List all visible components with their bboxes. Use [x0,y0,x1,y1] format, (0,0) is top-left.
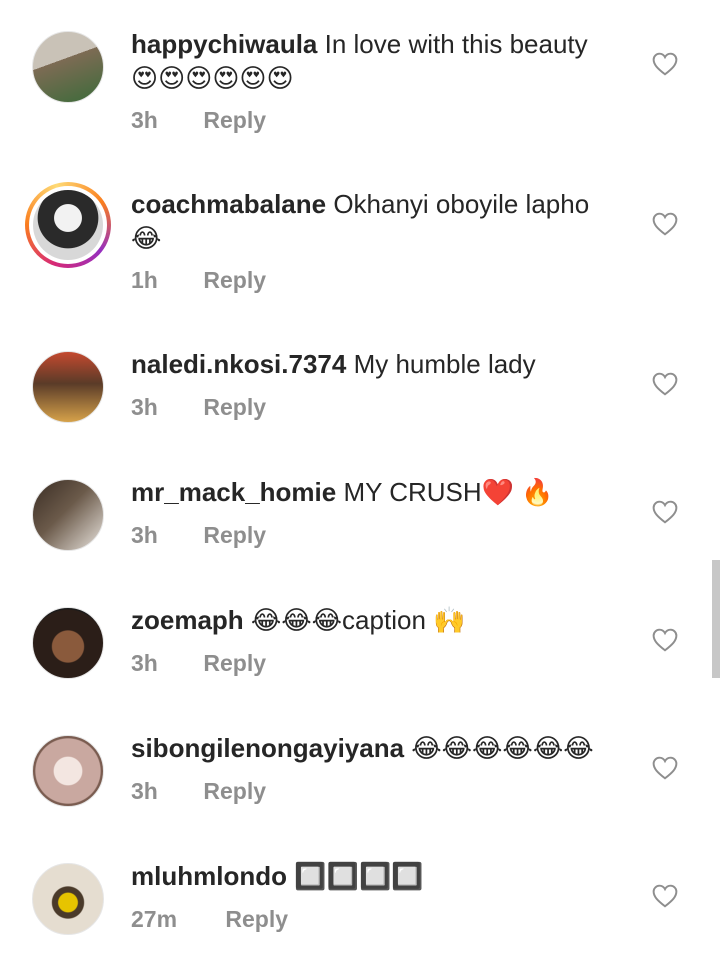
comment-meta: 3h Reply [131,650,266,677]
heart-outline-icon[interactable] [652,756,678,780]
reply-button[interactable]: Reply [203,650,266,677]
reply-button[interactable]: Reply [203,778,266,805]
timestamp: 27m [131,906,178,932]
comment-body: MY CRUSH❤️ 🔥 [343,477,554,507]
reply-button[interactable]: Reply [203,522,266,549]
timestamp: 3h [131,522,158,548]
username[interactable]: mr_mack_homie [131,477,336,507]
heart-outline-icon[interactable] [652,52,678,76]
username[interactable]: mluhmlondo [131,861,287,891]
username[interactable]: zoemaph [131,605,244,635]
avatar[interactable] [32,31,104,103]
heart-outline-icon[interactable] [652,212,678,236]
reply-button[interactable]: Reply [203,107,266,134]
emoji-line: 😂 [131,224,162,254]
comment-meta: 3h Reply [131,394,266,421]
avatar[interactable] [32,863,104,935]
avatar[interactable] [32,735,104,807]
comment-body: Okhanyi oboyile lapho [333,189,590,219]
comment-text: happychiwaula In love with this beauty 😍… [131,27,631,96]
username[interactable]: coachmabalane [131,189,326,219]
comment-body: 🔲🔲🔲🔲 [294,861,424,891]
timestamp: 3h [131,650,158,676]
comment-meta: 1h Reply [131,267,266,294]
username[interactable]: sibongilenongayiyana [131,733,404,763]
comment-meta: 27m Reply [131,906,288,933]
heart-outline-icon[interactable] [652,884,678,908]
avatar[interactable] [32,607,104,679]
username[interactable]: naledi.nkosi.7374 [131,349,346,379]
timestamp: 3h [131,394,158,420]
comment-body: 😂😂😂caption 🙌 [250,605,466,635]
comment-text: mr_mack_homie MY CRUSH❤️ 🔥 [131,475,631,509]
avatar[interactable] [32,479,104,551]
comment-text: mluhmlondo 🔲🔲🔲🔲 [131,859,631,893]
emoji-line: 😍😍😍😍😍😍 [131,64,294,94]
comment-body: My humble lady [353,349,536,379]
comment-text: naledi.nkosi.7374 My humble lady [131,347,631,381]
comment-body: In love with this beauty [324,29,588,59]
heart-outline-icon[interactable] [652,628,678,652]
timestamp: 3h [131,778,158,804]
timestamp: 1h [131,267,158,293]
reply-button[interactable]: Reply [225,906,288,933]
heart-outline-icon[interactable] [652,500,678,524]
username[interactable]: happychiwaula [131,29,317,59]
comment-body: 😂😂😂😂😂😂 [411,733,594,763]
comment-meta: 3h Reply [131,522,266,549]
reply-button[interactable]: Reply [203,267,266,294]
timestamp: 3h [131,107,158,133]
avatar[interactable] [32,351,104,423]
scrollbar[interactable] [712,560,720,678]
comment-meta: 3h Reply [131,107,266,134]
avatar [33,190,103,260]
comment-meta: 3h Reply [131,778,266,805]
heart-outline-icon[interactable] [652,372,678,396]
comment-text: coachmabalane Okhanyi oboyile lapho 😂 [131,187,631,256]
comment-text: zoemaph 😂😂😂caption 🙌 [131,603,631,637]
reply-button[interactable]: Reply [203,394,266,421]
avatar-story-ring[interactable] [25,182,111,268]
comment-text: sibongilenongayiyana 😂😂😂😂😂😂 [131,731,631,765]
